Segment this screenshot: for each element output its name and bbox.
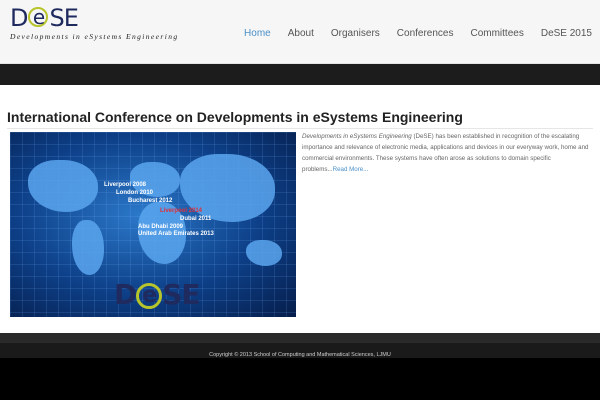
header-dark-bar	[0, 64, 600, 85]
main-nav: Home About Organisers Conferences Commit…	[244, 28, 592, 39]
site-footer: Copyright © 2013 School of Computing and…	[0, 343, 600, 358]
map-label-liverpool-2008: Liverpool 2008	[104, 182, 147, 188]
nav-organisers[interactable]: Organisers	[331, 28, 380, 39]
continent-south-america	[72, 220, 104, 275]
logo-tagline: Developments in eSystems Engineering	[10, 32, 179, 41]
page-title: International Conference on Developments…	[7, 109, 463, 125]
map-label-uae-2013: United Arab Emirates 2013	[138, 231, 214, 237]
read-more-link[interactable]: Read More...	[333, 166, 369, 173]
site-logo[interactable]: De SE Developments in eSystems Engineerin…	[10, 4, 190, 44]
map-dese-logo: De SE	[114, 278, 201, 311]
map-label-london-2010: London 2010	[116, 190, 154, 196]
main-content: International Conference on Developments…	[0, 85, 600, 333]
map-label-bucharest-2012: Bucharest 2012	[128, 198, 173, 204]
logo-wordmark: De SE	[10, 4, 79, 32]
page-bottom	[0, 358, 600, 400]
map-label-dubai-2011: Dubai 2011	[180, 216, 212, 222]
nav-dese-2015[interactable]: DeSE 2015	[541, 28, 592, 39]
title-divider	[7, 128, 593, 129]
nav-conferences[interactable]: Conferences	[397, 28, 454, 39]
map-label-abu-dhabi-2009: Abu Dhabi 2009	[138, 224, 184, 230]
nav-home[interactable]: Home	[244, 28, 271, 39]
intro-paragraph: Developments in eSystems Engineering (De…	[302, 131, 592, 175]
intro-italic: Developments in eSystems Engineering	[302, 133, 412, 140]
world-map-image: Liverpool 2008 London 2010 Bucharest 201…	[10, 132, 296, 317]
nav-about[interactable]: About	[288, 28, 314, 39]
map-label-liverpool-2014: Liverpool 2014	[160, 208, 203, 214]
footer-top-bar	[0, 333, 600, 343]
nav-committees[interactable]: Committees	[470, 28, 523, 39]
logo-e-ring: e	[28, 7, 49, 27]
site-header: De SE Developments in eSystems Engineerin…	[0, 0, 600, 64]
continent-australia	[246, 240, 282, 266]
